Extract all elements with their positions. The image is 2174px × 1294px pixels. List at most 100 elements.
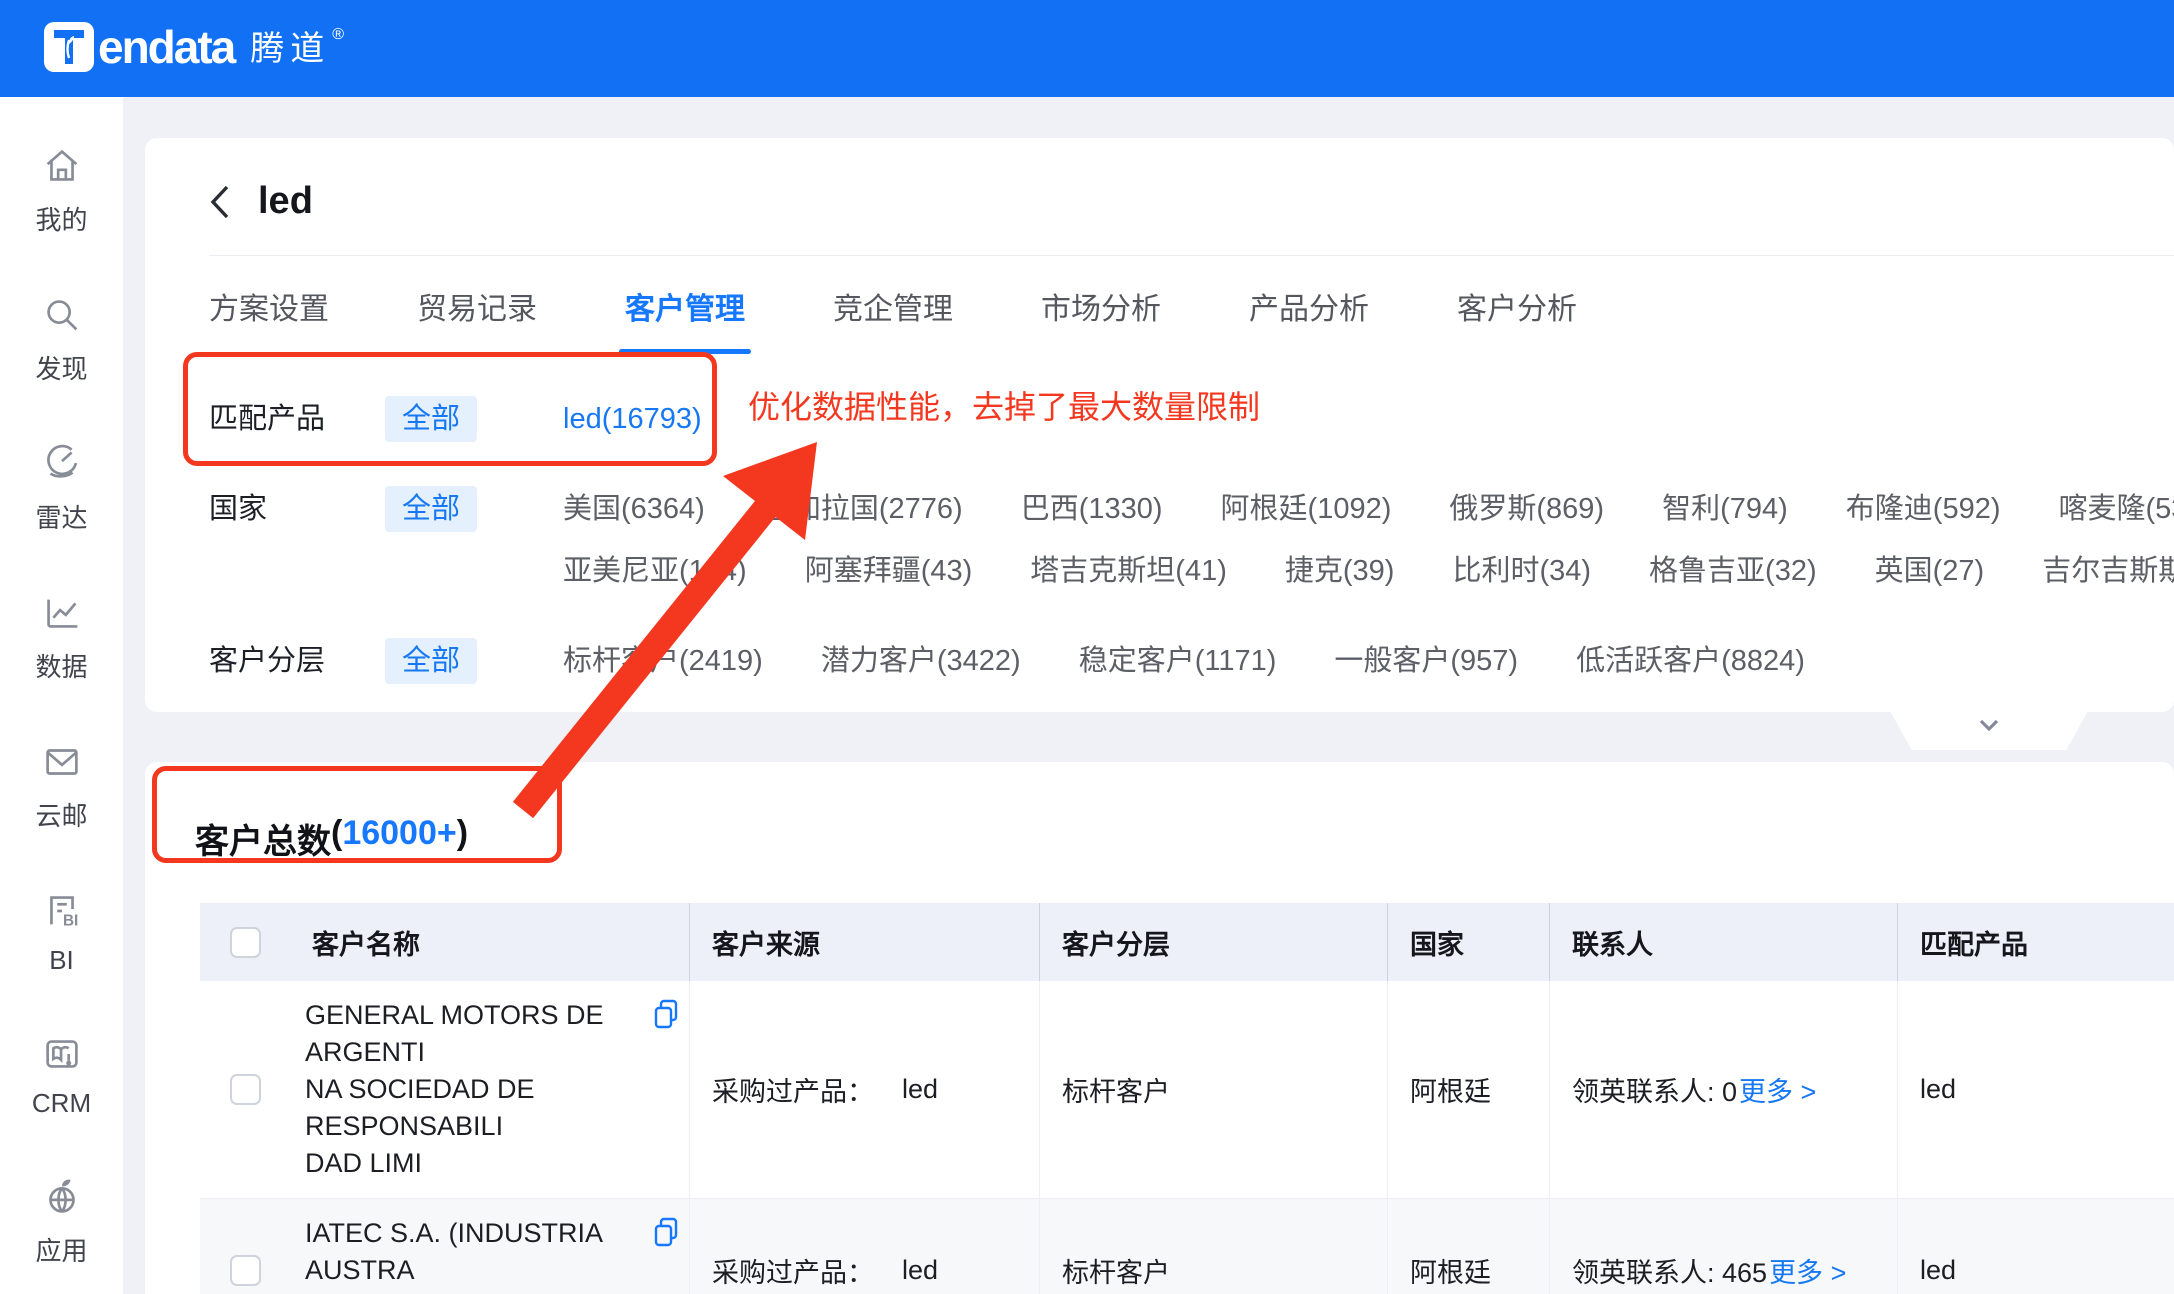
country-option[interactable]: 捷克(39) (1285, 548, 1395, 594)
country-option[interactable]: 孟加拉国(2776) (763, 486, 963, 532)
col-header-layer: 客户分层 (1040, 903, 1388, 981)
crm-book-icon (39, 1031, 85, 1082)
logo-chinese-name: 腾道 (250, 20, 330, 78)
chart-icon (39, 590, 85, 641)
tab-market-analysis[interactable]: 市场分析 (1041, 284, 1161, 354)
layer-line: 标杆客户(2419) 潜力客户(3422) 稳定客户(1171) 一般客户(95… (563, 638, 1805, 684)
country-option[interactable]: 比利时(34) (1452, 548, 1591, 594)
country-option[interactable]: 喀麦隆(53 (2059, 486, 2174, 532)
filter-all-product[interactable]: 全部 (385, 396, 477, 442)
row-checkbox[interactable] (230, 1255, 261, 1286)
customer-table: 客户名称 客户来源 客户分层 国家 联系人 匹配产品 GENERAL MOTOR… (200, 903, 2174, 1294)
country-option[interactable]: 巴西(1330) (1021, 486, 1163, 532)
select-all-checkbox[interactable] (230, 927, 261, 958)
chevron-down-icon (1971, 711, 2007, 750)
tab-customer-management[interactable]: 客户管理 (625, 284, 745, 354)
country-option[interactable]: 阿塞拜疆(43) (805, 548, 973, 594)
layer-option[interactable]: 稳定客户(1171) (1079, 638, 1277, 684)
sidebar-item-label: BI (49, 945, 74, 976)
scheme-title-row: led (145, 138, 2174, 223)
page-title: led (258, 180, 313, 223)
layer-option[interactable]: 低活跃客户(8824) (1576, 638, 1805, 684)
tendata-logo-icon (44, 22, 94, 72)
customer-country-cell: 阿根廷 (1388, 1199, 1550, 1294)
sidebar-item-discover[interactable]: 发现 (12, 284, 111, 394)
filter-label-layer: 客户分层 (209, 638, 385, 684)
sidebar-item-apps[interactable]: 应用 (12, 1166, 111, 1276)
customer-total: 客户总数 (16000+) (145, 762, 2174, 863)
layer-option[interactable]: 标杆客户(2419) (563, 638, 763, 684)
logo-wordmark: endata (98, 20, 234, 74)
customer-contact-cell: 领英联系人: 465更多 > (1550, 1199, 1898, 1294)
country-option[interactable]: 阿根廷(1092) (1221, 486, 1392, 532)
country-option[interactable]: 塔吉克斯坦(41) (1030, 548, 1227, 594)
matched-product-cell: led (1898, 1199, 2174, 1294)
tendata-logo[interactable]: endata 腾道 ® (44, 20, 344, 78)
home-icon (39, 143, 85, 194)
globe-leaf-icon (39, 1174, 85, 1225)
country-option[interactable]: 智利(794) (1662, 486, 1788, 532)
country-option[interactable]: 英国(27) (1875, 548, 1985, 594)
tab-bar: 方案设置 贸易记录 客户管理 竞企管理 市场分析 产品分析 客户分析 (209, 256, 2174, 354)
country-option[interactable]: 亚美尼亚(104) (563, 548, 747, 594)
more-link[interactable]: 更多 > (1739, 1070, 1816, 1109)
col-header-contact: 联系人 (1550, 903, 1898, 981)
country-option[interactable]: 格鲁吉亚(32) (1649, 548, 1817, 594)
country-line-1: 美国(6364) 孟加拉国(2776) 巴西(1330) 阿根廷(1092) 俄… (563, 486, 2174, 532)
customer-name-cell: GENERAL MOTORS DE ARGENTI NA SOCIEDAD DE… (290, 981, 690, 1198)
customer-source-cell: 采购过产品：led (690, 1199, 1040, 1294)
sidebar-item-label: 我的 (35, 200, 87, 237)
back-button[interactable] (209, 184, 230, 220)
customer-contact-cell: 领英联系人: 0更多 > (1550, 981, 1898, 1198)
col-header-name: 客户名称 (290, 903, 690, 981)
country-option[interactable]: 美国(6364) (563, 486, 705, 532)
copy-icon[interactable] (653, 999, 679, 1039)
layer-option[interactable]: 潜力客户(3422) (821, 638, 1021, 684)
sidebar-item-label: 云邮 (35, 796, 87, 833)
sidebar-item-label: 发现 (35, 349, 87, 386)
sidebar-item-crm[interactable]: CRM (12, 1023, 111, 1127)
sidebar-item-home[interactable]: 我的 (12, 135, 111, 245)
layer-option[interactable]: 一般客户(957) (1334, 638, 1518, 684)
sidebar-item-label: 数据 (35, 647, 87, 684)
filter-area: 匹配产品 全部 led(16793) 国家 全部 美国(6364) 孟加拉国(2… (209, 396, 2174, 684)
country-option[interactable]: 俄罗斯(869) (1449, 486, 1604, 532)
filter-value-led[interactable]: led(16793) (563, 396, 702, 442)
row-checkbox[interactable] (230, 1074, 261, 1105)
sidebar-item-label: 雷达 (35, 498, 87, 535)
customer-source-cell: 采购过产品：led (690, 981, 1040, 1198)
filter-row-layer: 客户分层 全部 标杆客户(2419) 潜力客户(3422) 稳定客户(1171)… (209, 638, 2174, 684)
tab-scheme-settings[interactable]: 方案设置 (209, 284, 329, 354)
filter-row-country: 国家 全部 美国(6364) 孟加拉国(2776) 巴西(1330) 阿根廷(1… (209, 486, 2174, 594)
sidebar-item-data[interactable]: 数据 (12, 582, 111, 692)
tab-customer-analysis[interactable]: 客户分析 (1457, 284, 1577, 354)
tab-product-analysis[interactable]: 产品分析 (1249, 284, 1369, 354)
more-link[interactable]: 更多 > (1769, 1251, 1846, 1290)
customer-panel: 客户总数 (16000+) 客户名称 客户来源 客户分层 国家 联系人 匹配产品… (145, 762, 2174, 1294)
sidebar-item-bi[interactable]: BI BI (12, 880, 111, 984)
sidebar-item-cloudmail[interactable]: 云邮 (12, 731, 111, 841)
filter-all-country[interactable]: 全部 (385, 486, 477, 532)
filter-label-product: 匹配产品 (209, 396, 385, 442)
tab-trade-records[interactable]: 贸易记录 (417, 284, 537, 354)
table-row: IATEC S.A. (INDUSTRIA AUSTRA L DE TECNOL… (200, 1199, 2174, 1294)
col-header-product: 匹配产品 (1898, 903, 2174, 981)
collapse-toggle[interactable] (1890, 711, 2088, 750)
search-icon (39, 292, 85, 343)
table-header-row: 客户名称 客户来源 客户分层 国家 联系人 匹配产品 (200, 903, 2174, 981)
customer-layer-cell: 标杆客户 (1040, 1199, 1388, 1294)
tab-competitor-management[interactable]: 竞企管理 (833, 284, 953, 354)
mail-icon (39, 739, 85, 790)
sidebar-item-label: CRM (32, 1088, 91, 1119)
country-option[interactable]: 吉尔吉斯斯 (2042, 548, 2174, 594)
sidebar: 我的 发现 雷达 数据 (0, 97, 123, 1294)
copy-icon[interactable] (653, 1217, 679, 1257)
country-line-2: 亚美尼亚(104) 阿塞拜疆(43) 塔吉克斯坦(41) 捷克(39) 比利时(… (563, 548, 2174, 594)
filter-all-layer[interactable]: 全部 (385, 638, 477, 684)
radar-icon (39, 441, 85, 492)
col-header-country: 国家 (1388, 903, 1550, 981)
sidebar-item-radar[interactable]: 雷达 (12, 433, 111, 543)
sidebar-item-label: 应用 (35, 1231, 87, 1268)
customer-country-cell: 阿根廷 (1388, 981, 1550, 1198)
country-option[interactable]: 布隆迪(592) (1846, 486, 2001, 532)
